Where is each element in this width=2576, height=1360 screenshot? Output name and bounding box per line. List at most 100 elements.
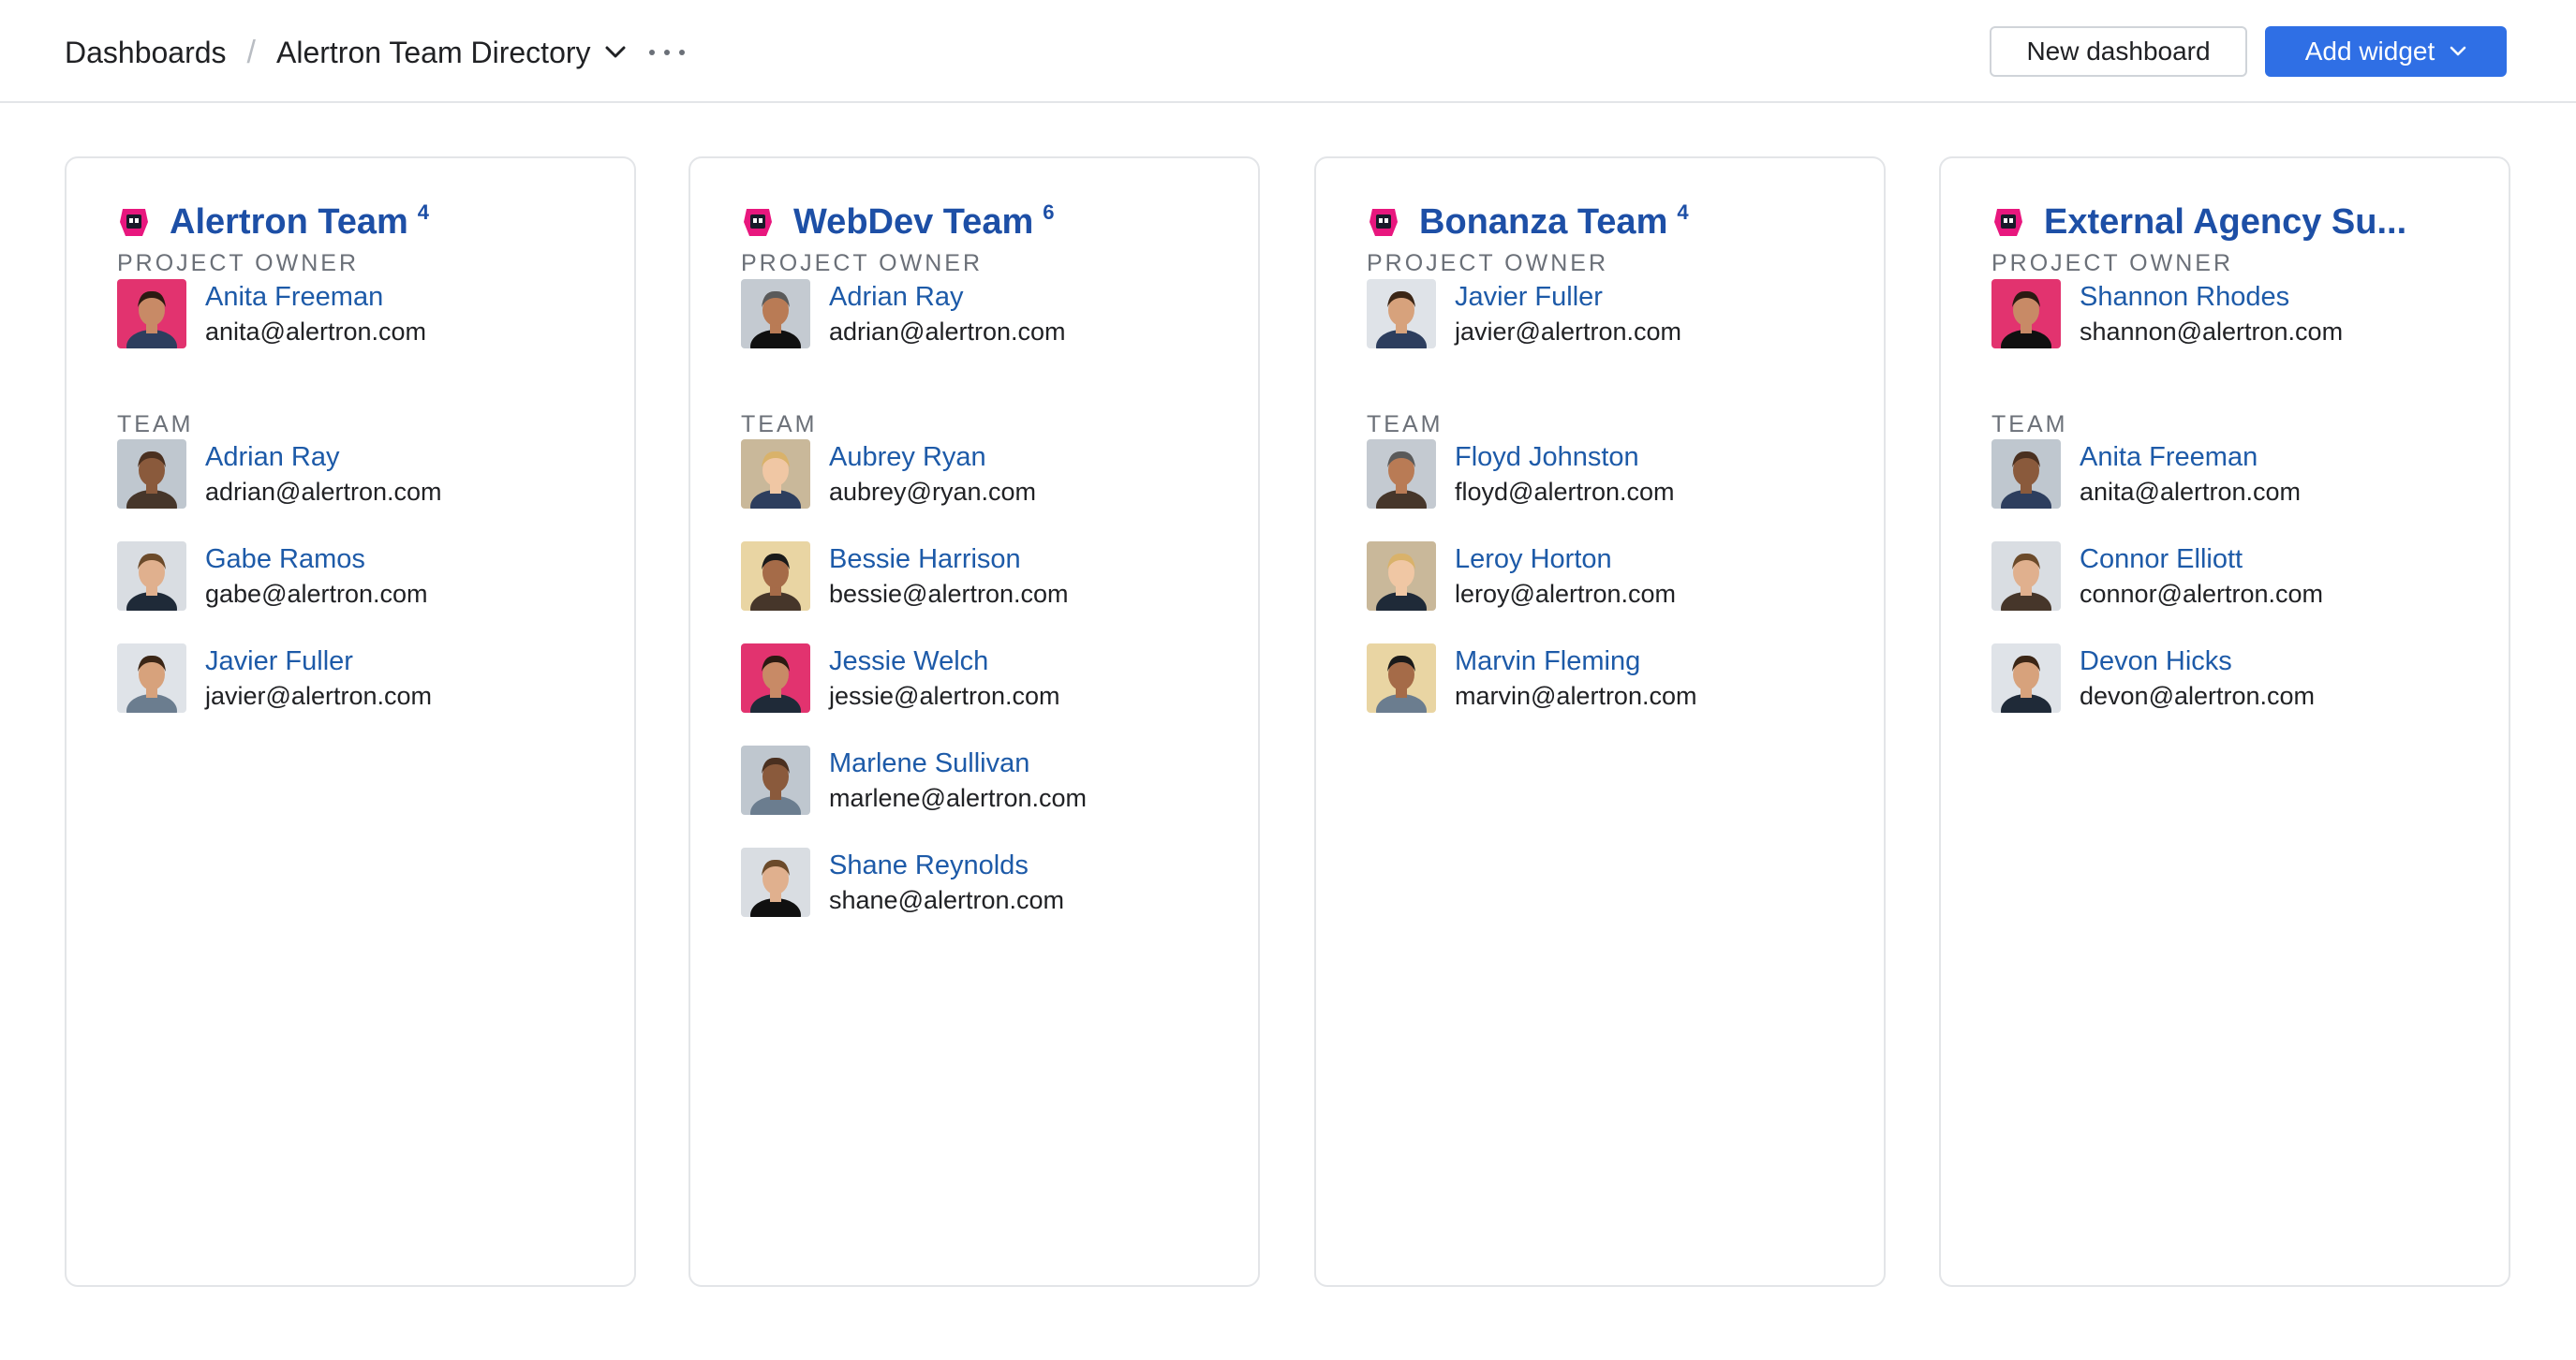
person-name-link[interactable]: Gabe Ramos xyxy=(205,541,428,577)
team-title-link[interactable]: WebDev Team xyxy=(793,200,1033,244)
avatar xyxy=(117,541,186,611)
team-member[interactable]: Gabe Ramos gabe@alertron.com xyxy=(117,541,428,611)
project-owner[interactable]: Shannon Rhodes shannon@alertron.com xyxy=(1991,279,2343,348)
person-email: aubrey@ryan.com xyxy=(829,478,1036,506)
team-title-link[interactable]: Alertron Team xyxy=(170,200,408,244)
avatar xyxy=(117,643,186,713)
person-name-link[interactable]: Marlene Sullivan xyxy=(829,746,1087,781)
person-email: anita@alertron.com xyxy=(2080,478,2302,506)
person-email: anita@alertron.com xyxy=(205,318,427,346)
person-name-link[interactable]: Marvin Fleming xyxy=(1455,643,1696,679)
team-member[interactable]: Marvin Fleming marvin@alertron.com xyxy=(1367,643,1696,713)
team-member[interactable]: Aubrey Ryan aubrey@ryan.com xyxy=(741,439,1036,509)
team-card-header: Bonanza Team 4 xyxy=(1367,200,1689,244)
person-name-link[interactable]: Anita Freeman xyxy=(2080,439,2301,475)
team-card: External Agency Su... PROJECT OWNER Shanno… xyxy=(1939,156,2510,1287)
team-title-link[interactable]: Bonanza Team xyxy=(1419,200,1667,244)
avatar xyxy=(1367,279,1436,348)
project-owner[interactable]: Adrian Ray adrian@alertron.com xyxy=(741,279,1066,348)
team-card-header: WebDev Team 6 xyxy=(741,200,1055,244)
team-icon xyxy=(117,205,151,239)
team-member[interactable]: Shane Reynolds shane@alertron.com xyxy=(741,848,1064,917)
person-email: marlene@alertron.com xyxy=(829,784,1088,812)
project-owner-label: PROJECT OWNER xyxy=(741,250,983,276)
project-owner[interactable]: Anita Freeman anita@alertron.com xyxy=(117,279,426,348)
chevron-down-icon xyxy=(2450,46,2466,57)
person-email: jessie@alertron.com xyxy=(829,682,1060,710)
person-email: marvin@alertron.com xyxy=(1455,682,1697,710)
avatar xyxy=(1991,541,2061,611)
team-member[interactable]: Leroy Horton leroy@alertron.com xyxy=(1367,541,1676,611)
team-label: TEAM xyxy=(1991,411,2068,437)
person-name-link[interactable]: Shannon Rhodes xyxy=(2080,279,2343,315)
project-owner-label: PROJECT OWNER xyxy=(117,250,359,276)
team-label: TEAM xyxy=(117,411,194,437)
person-name-link[interactable]: Leroy Horton xyxy=(1455,541,1676,577)
person-email: gabe@alertron.com xyxy=(205,580,428,608)
breadcrumb-separator: / xyxy=(246,34,256,70)
avatar xyxy=(117,279,186,348)
avatar xyxy=(741,541,810,611)
team-title-link[interactable]: External Agency Su... xyxy=(2044,200,2406,244)
team-member[interactable]: Bessie Harrison bessie@alertron.com xyxy=(741,541,1069,611)
team-card: WebDev Team 6 PROJECT OWNER Adrian Ray adria… xyxy=(688,156,1260,1287)
avatar xyxy=(741,643,810,713)
person-name-link[interactable]: Devon Hicks xyxy=(2080,643,2315,679)
team-member[interactable]: Javier Fuller javier@alertron.com xyxy=(117,643,432,713)
person-name-link[interactable]: Adrian Ray xyxy=(829,279,1066,315)
team-member[interactable]: Marlene Sullivan marlene@alertron.com xyxy=(741,746,1087,815)
person-name-link[interactable]: Shane Reynolds xyxy=(829,848,1064,883)
add-widget-label: Add widget xyxy=(2304,37,2435,66)
team-icon xyxy=(1367,205,1400,239)
team-member[interactable]: Jessie Welch jessie@alertron.com xyxy=(741,643,1060,713)
team-card: Alertron Team 4 PROJECT OWNER Anita Freeman… xyxy=(65,156,636,1287)
team-member[interactable]: Devon Hicks devon@alertron.com xyxy=(1991,643,2315,713)
project-owner[interactable]: Javier Fuller javier@alertron.com xyxy=(1367,279,1681,348)
team-card-header: External Agency Su... xyxy=(1991,200,2416,244)
person-name-link[interactable]: Adrian Ray xyxy=(205,439,442,475)
person-email: adrian@alertron.com xyxy=(205,478,442,506)
add-widget-button[interactable]: Add widget xyxy=(2265,26,2507,77)
team-label: TEAM xyxy=(741,411,818,437)
avatar xyxy=(741,746,810,815)
team-member-count: 4 xyxy=(1677,200,1689,224)
project-owner-label: PROJECT OWNER xyxy=(1991,250,2233,276)
person-name-link[interactable]: Javier Fuller xyxy=(1455,279,1681,315)
more-options-icon[interactable] xyxy=(648,38,685,67)
team-member-count: 6 xyxy=(1043,200,1055,224)
page-title[interactable]: Alertron Team Directory xyxy=(276,36,591,70)
breadcrumb-dashboards-link[interactable]: Dashboards xyxy=(65,36,227,70)
chevron-down-icon[interactable] xyxy=(602,39,629,66)
person-email: bessie@alertron.com xyxy=(829,580,1069,608)
top-bar: Dashboards / Alertron Team Directory New… xyxy=(0,0,2576,103)
person-email: shannon@alertron.com xyxy=(2080,318,2344,346)
person-email: floyd@alertron.com xyxy=(1455,478,1675,506)
avatar xyxy=(1367,643,1436,713)
person-name-link[interactable]: Aubrey Ryan xyxy=(829,439,1036,475)
avatar xyxy=(741,439,810,509)
person-email: leroy@alertron.com xyxy=(1455,580,1676,608)
person-name-link[interactable]: Bessie Harrison xyxy=(829,541,1069,577)
avatar xyxy=(1991,439,2061,509)
team-member[interactable]: Connor Elliott connor@alertron.com xyxy=(1991,541,2323,611)
team-icon xyxy=(741,205,775,239)
team-card-header: Alertron Team 4 xyxy=(117,200,429,244)
team-member-count: 4 xyxy=(417,200,430,224)
team-card: Bonanza Team 4 PROJECT OWNER Javier Fuller j… xyxy=(1314,156,1886,1287)
avatar xyxy=(1991,643,2061,713)
person-name-link[interactable]: Floyd Johnston xyxy=(1455,439,1675,475)
person-name-link[interactable]: Connor Elliott xyxy=(2080,541,2323,577)
new-dashboard-button[interactable]: New dashboard xyxy=(1990,26,2247,77)
breadcrumb: Dashboards / Alertron Team Directory xyxy=(65,28,685,77)
person-email: javier@alertron.com xyxy=(1455,318,1681,346)
person-name-link[interactable]: Anita Freeman xyxy=(205,279,426,315)
person-email: connor@alertron.com xyxy=(2080,580,2324,608)
person-name-link[interactable]: Javier Fuller xyxy=(205,643,432,679)
person-name-link[interactable]: Jessie Welch xyxy=(829,643,1060,679)
team-member[interactable]: Adrian Ray adrian@alertron.com xyxy=(117,439,442,509)
team-member[interactable]: Anita Freeman anita@alertron.com xyxy=(1991,439,2301,509)
avatar xyxy=(741,279,810,348)
person-email: shane@alertron.com xyxy=(829,886,1065,914)
avatar xyxy=(1367,541,1436,611)
team-member[interactable]: Floyd Johnston floyd@alertron.com xyxy=(1367,439,1675,509)
